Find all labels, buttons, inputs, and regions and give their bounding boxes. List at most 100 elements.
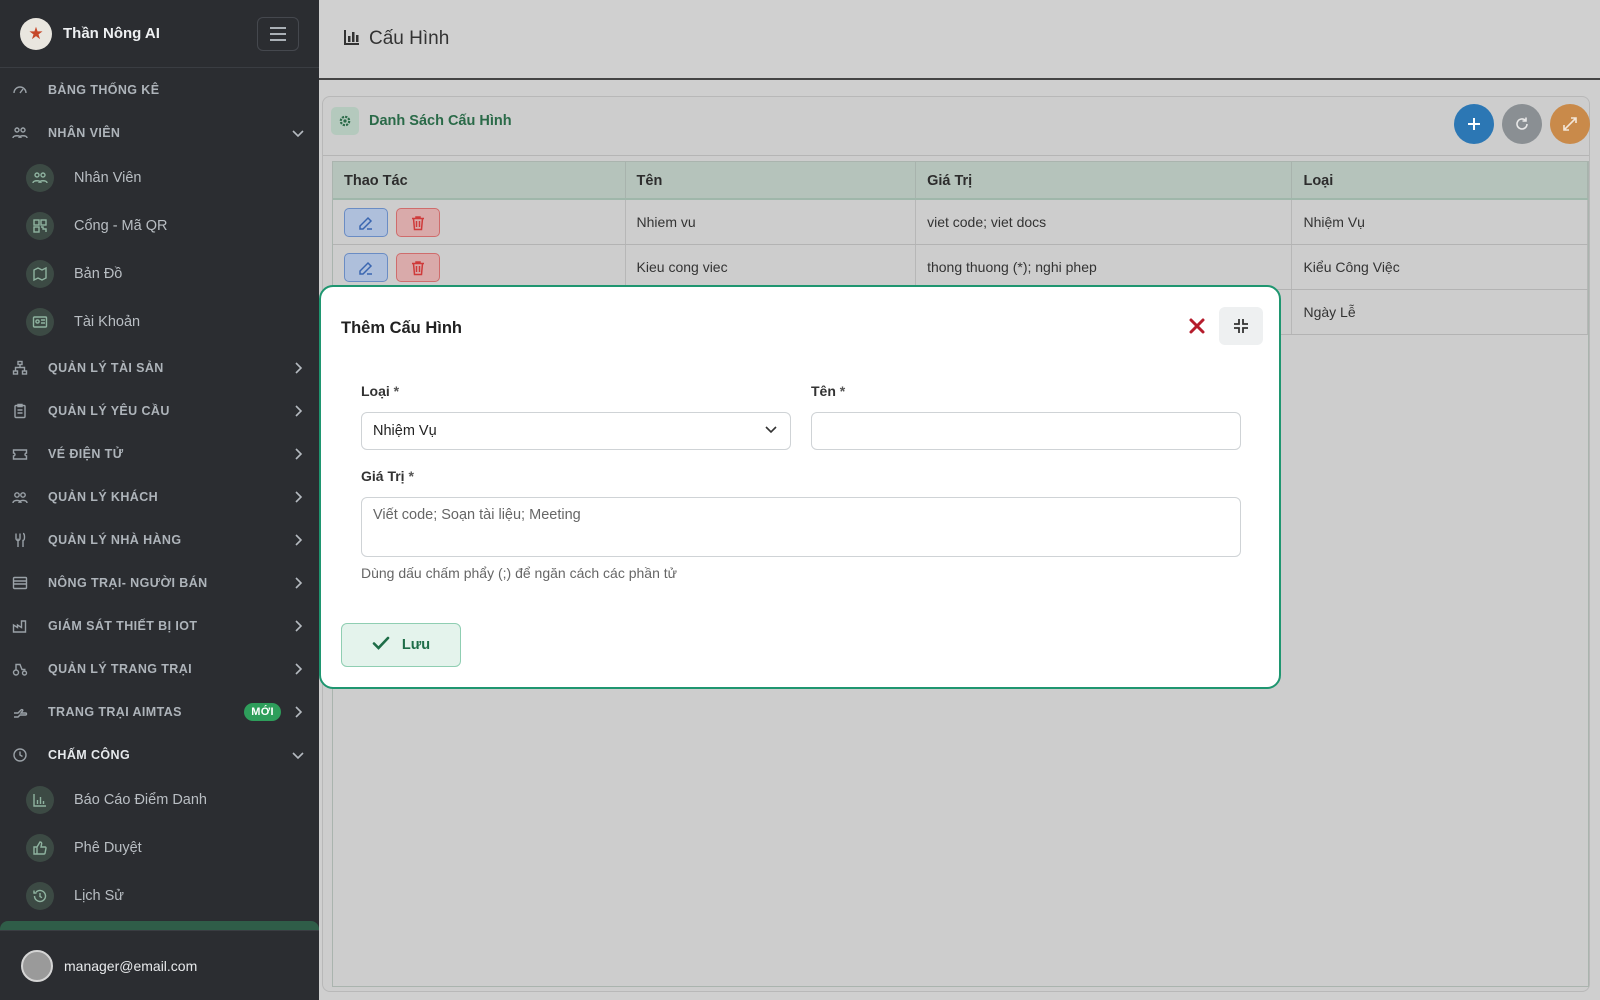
table-header: Thao Tác Tên Giá Trị Loại (333, 162, 1588, 200)
modal-title: Thêm Cấu Hình (341, 319, 463, 337)
type-select-value: Nhiệm Vụ (373, 423, 437, 439)
sidebar-section-label: TRANG TRẠI AIMTAS (48, 704, 182, 719)
delete-button[interactable] (396, 253, 440, 282)
save-button[interactable]: Lưu (341, 623, 461, 667)
sidebar-item-lich-su[interactable]: Lịch Sử (0, 872, 319, 920)
page-title: Cấu Hình (369, 28, 450, 49)
gear-icon (331, 107, 359, 135)
delete-button[interactable] (396, 208, 440, 237)
chart-icon (343, 28, 361, 51)
sidebar-section-label: BẢNG THỐNG KÊ (48, 82, 160, 97)
factory-icon (12, 618, 28, 634)
fullscreen-button[interactable] (1550, 104, 1590, 144)
actions-cell (333, 200, 626, 244)
hand-icon (12, 704, 28, 720)
sidebar-item-label: Bản Đồ (74, 266, 123, 282)
user-footer[interactable]: manager@email.com (0, 930, 319, 1000)
refresh-button[interactable] (1502, 104, 1542, 144)
sidebar-section-label: QUẢN LÝ TRANG TRẠI (48, 661, 192, 676)
chevron-right-icon (291, 576, 305, 590)
card-title: Danh Sách Cấu Hình (369, 113, 512, 129)
table-row: Nhiem vu viet code; viet docs Nhiệm Vụ (333, 200, 1588, 245)
column-header-type[interactable]: Loại (1292, 162, 1588, 198)
tractor-icon (12, 661, 28, 677)
sidebar-section-label: QUẢN LÝ TÀI SẢN (48, 360, 164, 375)
bar-chart-icon (26, 786, 54, 814)
sidebar-section-giam-sat-thiet-bi-iot[interactable]: GIÁM SÁT THIẾT BỊ IOT (0, 604, 319, 647)
collapse-icon[interactable] (1219, 307, 1263, 345)
sidebar-item-nhan-vien[interactable]: Nhân Viên (0, 154, 319, 202)
check-icon (372, 634, 390, 656)
sidebar-item-label: Báo Cáo Điểm Danh (74, 792, 207, 808)
sidebar: ★ Thần Nông AI BẢNG THỐNG KÊ NHÂN VIÊN Nhâ… (0, 0, 319, 1000)
edit-button[interactable] (344, 208, 388, 237)
qr-icon (26, 212, 54, 240)
type-select[interactable]: Nhiệm Vụ (361, 412, 791, 450)
sidebar-item-cong-ma-qr[interactable]: Cổng - Mã QR (0, 202, 319, 250)
value-textarea[interactable] (361, 497, 1241, 557)
new-badge: MỚI (244, 702, 281, 721)
chevron-right-icon (291, 619, 305, 633)
topbar: Cấu Hình (319, 0, 1600, 80)
sidebar-section-label: NÔNG TRẠI- NGƯỜI BÁN (48, 575, 208, 590)
chevron-down-icon (291, 748, 305, 762)
sidebar-section-quan-ly-nha-hang[interactable]: QUẢN LÝ NHÀ HÀNG (0, 518, 319, 561)
history-icon (26, 882, 54, 910)
sidebar-nav: BẢNG THỐNG KÊ NHÂN VIÊN Nhân Viên Cổng - Mã… (0, 68, 319, 920)
add-config-modal: Thêm Cấu Hình Loại * Nhiệm Vụ Tên * Giá … (319, 285, 1281, 689)
sidebar-item-label: Phê Duyệt (74, 840, 142, 856)
close-icon[interactable] (1181, 310, 1213, 342)
menu-toggle-button[interactable] (257, 16, 299, 51)
clipboard-icon (12, 403, 28, 419)
chevron-right-icon (291, 662, 305, 676)
actions-cell (333, 245, 626, 289)
sidebar-section-trang-trai-aimtas[interactable]: TRANG TRẠI AIMTAS MỚI (0, 690, 319, 733)
add-button[interactable] (1454, 104, 1494, 144)
name-label: Tên * (811, 383, 846, 399)
sidebar-section-quan-ly-trang-trai[interactable]: QUẢN LÝ TRANG TRẠI (0, 647, 319, 690)
sidebar-item-phe-duyet[interactable]: Phê Duyệt (0, 824, 319, 872)
chevron-down-icon (291, 126, 305, 140)
hierarchy-icon (12, 360, 28, 376)
sidebar-section-nhan-vien[interactable]: NHÂN VIÊN (0, 111, 319, 154)
sidebar-item-label: Tài Khoản (74, 314, 141, 330)
map-icon (26, 260, 54, 288)
sidebar-section-bang-thong-ke[interactable]: BẢNG THỐNG KÊ (0, 68, 319, 111)
table-row: Kieu cong viec thong thuong (*); nghi phe… (333, 245, 1588, 290)
column-header-actions[interactable]: Thao Tác (333, 162, 626, 198)
clock-icon (12, 747, 28, 763)
sidebar-section-quan-ly-tai-san[interactable]: QUẢN LÝ TÀI SẢN (0, 346, 319, 389)
chevron-right-icon (291, 361, 305, 375)
people-icon (26, 164, 54, 192)
chevron-down-icon (764, 422, 778, 440)
brand-name: Thần Nông AI (63, 25, 160, 42)
sidebar-section-cham-cong[interactable]: CHẤM CÔNG (0, 733, 319, 776)
sidebar-section-quan-ly-yeu-cau[interactable]: QUẢN LÝ YÊU CẦU (0, 389, 319, 432)
column-header-name[interactable]: Tên (626, 162, 917, 198)
sidebar-item-bao-cao-diem-danh[interactable]: Báo Cáo Điểm Danh (0, 776, 319, 824)
type-cell: Nhiệm Vụ (1292, 200, 1588, 244)
sidebar-item-label: Cổng - Mã QR (74, 218, 168, 234)
sidebar-section-ve-dien-tu[interactable]: VÉ ĐIỆN TỬ (0, 432, 319, 475)
brand: ★ Thần Nông AI (0, 0, 319, 68)
store-icon (12, 575, 28, 591)
sidebar-section-label: NHÂN VIÊN (48, 125, 121, 140)
sidebar-section-quan-ly-khach[interactable]: QUẢN LÝ KHÁCH (0, 475, 319, 518)
brand-logo: ★ (20, 17, 52, 50)
utensils-icon (12, 532, 28, 548)
name-input[interactable] (811, 412, 1241, 450)
sidebar-section-label: QUẢN LÝ KHÁCH (48, 489, 159, 504)
chevron-right-icon (291, 705, 305, 719)
edit-button[interactable] (344, 253, 388, 282)
sidebar-section-label: QUẢN LÝ YÊU CẦU (48, 403, 170, 418)
sidebar-section-label: CHẤM CÔNG (48, 747, 131, 762)
sidebar-item-tai-khoan[interactable]: Tài Khoản (0, 298, 319, 346)
id-card-icon (26, 308, 54, 336)
column-header-value[interactable]: Giá Trị (916, 162, 1293, 198)
chevron-right-icon (291, 490, 305, 504)
sidebar-section-nong-trai-nguoi-ban[interactable]: NÔNG TRẠI- NGƯỜI BÁN (0, 561, 319, 604)
type-cell: Ngày Lễ (1292, 290, 1588, 334)
avatar (21, 949, 53, 982)
chevron-right-icon (291, 404, 305, 418)
sidebar-item-ban-do[interactable]: Bản Đồ (0, 250, 319, 298)
